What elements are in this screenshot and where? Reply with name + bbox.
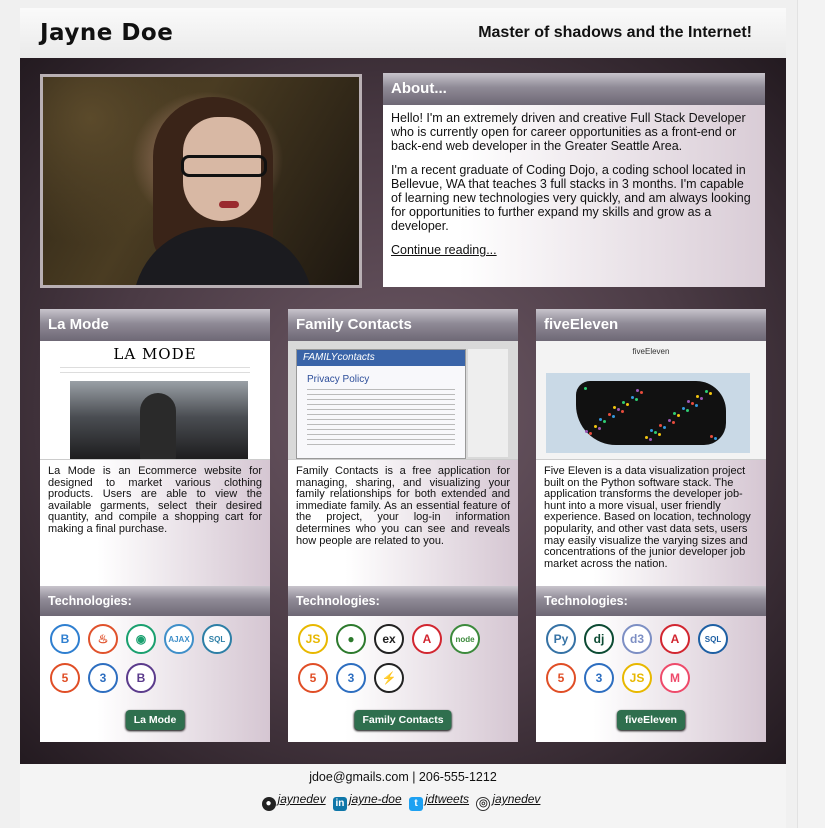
contact-info: jdoe@gmails.com | 206-555-1212 — [309, 770, 497, 784]
nodejs-icon: node — [450, 624, 480, 654]
about-paragraph-2: I'm a recent graduate of Coding Dojo, a … — [391, 163, 751, 233]
project-screenshot[interactable]: fiveEleven — [536, 341, 766, 460]
family-contacts-button[interactable]: Family Contacts — [354, 710, 452, 730]
project-title[interactable]: fiveEleven — [536, 309, 766, 341]
mysql-icon: SQL — [202, 624, 232, 654]
codeigniter-icon: ♨ — [88, 624, 118, 654]
portfolio-page: Jayne Doe Master of shadows and the Inte… — [20, 8, 786, 828]
screenshot-logo: LA MODE — [113, 345, 197, 363]
social-links: ● jaynedev in jayne-doe t jdtweets ◎ jaynede… — [20, 792, 786, 811]
django-icon: dj — [584, 624, 614, 654]
technology-icons: B ♨ ◉ AJAX SQL 5 3 B — [50, 624, 264, 693]
profile-photo — [40, 74, 362, 288]
mongodb-icon: ● — [336, 624, 366, 654]
project-card-five-eleven: fiveEleven fiveEleven Five Eleven is a d… — [536, 309, 766, 742]
html5-icon: 5 — [546, 663, 576, 693]
github-icon: ● — [261, 797, 276, 811]
la-mode-button[interactable]: La Mode — [125, 710, 185, 730]
project-title[interactable]: Family Contacts — [288, 309, 518, 341]
linkedin-link[interactable]: jayne-doe — [349, 792, 402, 806]
scrollbar-track[interactable] — [797, 0, 825, 828]
angular-icon: A — [660, 624, 690, 654]
project-screenshot[interactable]: FAMILYcontacts Privacy Policy — [288, 341, 518, 460]
screenshot-brand: FAMILYcontacts — [297, 350, 465, 366]
five-eleven-button[interactable]: fiveEleven — [617, 710, 685, 730]
technologies-title: Technologies: — [40, 586, 270, 616]
socketio-icon: ⚡ — [374, 663, 404, 693]
html5-icon: 5 — [50, 663, 80, 693]
javascript-icon: JS — [622, 663, 652, 693]
footer: jdoe@gmails.com | 206-555-1212 ● jaynedev… — [20, 764, 786, 828]
css3-icon: 3 — [88, 663, 118, 693]
mysql-workbench-icon: ◉ — [126, 624, 156, 654]
screenshot-heading: Privacy Policy — [307, 374, 370, 385]
express-icon: ex — [374, 624, 404, 654]
project-description: Family Contacts is a free application fo… — [296, 465, 510, 547]
css3-icon: 3 — [336, 663, 366, 693]
project-screenshot[interactable]: LA MODE — [40, 341, 270, 460]
linkedin-icon: in — [332, 797, 347, 811]
dribbble-link[interactable]: jaynedev — [492, 792, 540, 806]
angular-icon: A — [412, 624, 442, 654]
technologies-title: Technologies: — [288, 586, 518, 616]
us-map — [576, 381, 726, 445]
python-icon: Py — [546, 624, 576, 654]
screenshot-brand: fiveEleven — [632, 347, 670, 356]
project-description: La Mode is an Ecommerce website for desi… — [48, 465, 262, 535]
main-content: About... Hello! I'm an extremely driven … — [20, 58, 786, 764]
tagline: Master of shadows and the Internet! — [478, 24, 752, 41]
about-title: About... — [383, 73, 765, 105]
project-description: Five Eleven is a data visualization proj… — [544, 465, 751, 570]
technologies-title: Technologies: — [536, 586, 766, 616]
project-title[interactable]: La Mode — [40, 309, 270, 341]
css3-icon: 3 — [584, 663, 614, 693]
materialize-icon: M — [660, 663, 690, 693]
project-card-la-mode: La Mode LA MODE La Mode is an Ecommerce … — [40, 309, 270, 742]
twitter-link[interactable]: jdtweets — [425, 792, 469, 806]
d3-icon: d3 — [622, 624, 652, 654]
about-paragraph-1: Hello! I'm an extremely driven and creat… — [391, 111, 746, 153]
github-link[interactable]: jaynedev — [278, 792, 326, 806]
bootstrap-css-icon: B — [50, 624, 80, 654]
javascript-icon: JS — [298, 624, 328, 654]
twitter-icon: t — [409, 797, 424, 811]
site-name[interactable]: Jayne Doe — [40, 20, 173, 46]
about-panel: About... Hello! I'm an extremely driven … — [383, 73, 765, 287]
html5-icon: 5 — [298, 663, 328, 693]
bootstrap-icon: B — [126, 663, 156, 693]
ajax-icon: AJAX — [164, 624, 194, 654]
project-card-family-contacts: Family Contacts FAMILYcontacts Privacy P… — [288, 309, 518, 742]
continue-reading-link[interactable]: Continue reading... — [391, 243, 497, 257]
dribbble-icon: ◎ — [476, 797, 491, 811]
sqlite-icon: SQL — [698, 624, 728, 654]
technology-icons: JS ● ex Anode 5 3 ⚡ — [298, 624, 512, 693]
technology-icons: Py dj d3 A SQL 5 3 JS M — [546, 624, 760, 693]
header: Jayne Doe Master of shadows and the Inte… — [20, 8, 786, 58]
